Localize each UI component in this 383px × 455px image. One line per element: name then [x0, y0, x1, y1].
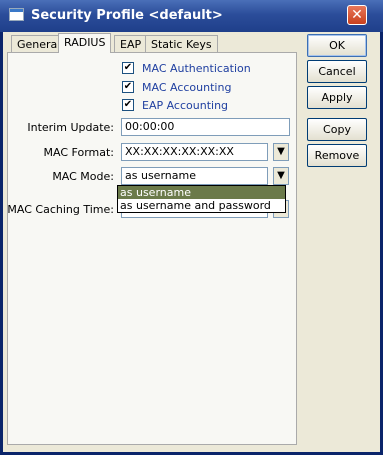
eap-accounting-label: EAP Accounting [142, 99, 229, 112]
tab-eap[interactable]: EAP [114, 35, 148, 52]
remove-button[interactable]: Remove [307, 144, 367, 167]
interim-update-input[interactable]: 00:00:00 [121, 118, 290, 136]
mac-mode-option[interactable]: as username [118, 186, 285, 199]
title-bar[interactable]: Security Profile <default> ✕ [0, 0, 383, 32]
chevron-down-icon[interactable]: ▼ [273, 167, 289, 185]
chevron-down-icon[interactable]: ▼ [273, 143, 289, 161]
mac-mode-label: MAC Mode: [52, 170, 114, 183]
check-icon: ✔ [122, 81, 134, 93]
dialog-body: General RADIUS EAP Static Keys ✔ MAC Aut… [3, 32, 380, 452]
check-icon: ✔ [122, 62, 134, 74]
check-icon: ✔ [122, 99, 134, 111]
radius-tab-panel: ✔ MAC Authentication ✔ MAC Accounting ✔ … [7, 52, 297, 445]
mac-format-select[interactable]: XX:XX:XX:XX:XX:XX [121, 143, 268, 161]
tab-radius[interactable]: RADIUS [58, 33, 112, 53]
mac-caching-time-label: MAC Caching Time: [7, 203, 114, 216]
apply-button[interactable]: Apply [307, 86, 367, 109]
interim-update-label: Interim Update: [27, 121, 114, 134]
close-icon[interactable]: ✕ [347, 5, 367, 25]
mac-mode-option[interactable]: as username and password [118, 199, 285, 212]
window-title: Security Profile <default> [31, 8, 223, 23]
mac-format-label: MAC Format: [43, 146, 114, 159]
window-icon [9, 8, 24, 21]
tab-static-keys[interactable]: Static Keys [145, 35, 218, 52]
mac-mode-select[interactable]: as username [121, 167, 268, 185]
cancel-button[interactable]: Cancel [307, 60, 367, 83]
ok-button[interactable]: OK [307, 34, 367, 57]
security-profile-window: Security Profile <default> ✕ General RAD… [0, 0, 383, 455]
copy-button[interactable]: Copy [307, 118, 367, 141]
mac-authentication-label: MAC Authentication [142, 62, 251, 75]
mac-accounting-label: MAC Accounting [142, 81, 232, 94]
mac-mode-dropdown-list: as username as username and password [117, 185, 286, 213]
